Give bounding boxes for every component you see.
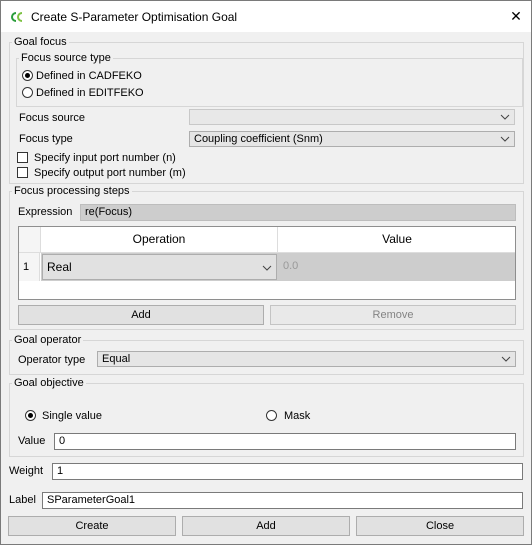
value-cell: 0.0	[283, 260, 299, 272]
radio-cadfeko[interactable]	[22, 70, 33, 81]
remove-step-button[interactable]: Remove	[270, 305, 516, 325]
close-button[interactable]: Close	[356, 516, 524, 536]
focus-type-dropdown[interactable]: Coupling coefficient (Snm)	[189, 131, 515, 147]
input-port-label: Specify input port number (n)	[34, 152, 176, 164]
radio-single-value-label: Single value	[42, 410, 102, 422]
focus-source-type-title: Focus source type	[19, 52, 113, 64]
objective-value-label: Value	[18, 435, 46, 447]
add-button[interactable]: Add	[182, 516, 350, 536]
goal-objective-title: Goal objective	[12, 377, 86, 389]
operation-dropdown[interactable]: Real	[42, 254, 277, 280]
add-step-button[interactable]: Add	[18, 305, 264, 325]
table-corner	[19, 227, 41, 253]
window-close-button[interactable]: ✕	[501, 1, 531, 32]
processing-steps-group: Focus processing steps Expression re(Foc…	[9, 185, 524, 330]
goal-operator-group: Goal operator Operator type Equal	[9, 334, 524, 375]
radio-cadfeko-label: Defined in CADFEKO	[36, 70, 142, 82]
radio-mask[interactable]	[266, 410, 277, 421]
create-button[interactable]: Create	[8, 516, 176, 536]
focus-source-dropdown[interactable]	[189, 109, 515, 125]
table-row[interactable]: Real 0.0	[41, 253, 515, 281]
goal-focus-group: Goal focus Focus source type Defined in …	[9, 36, 524, 184]
weight-input[interactable]: 1	[52, 463, 523, 480]
operator-type-dropdown[interactable]: Equal	[97, 351, 516, 367]
focus-source-type-group: Focus source type Defined in CADFEKO Def…	[16, 52, 523, 107]
output-port-checkbox[interactable]	[17, 167, 28, 178]
objective-value-input[interactable]: 0	[54, 433, 516, 450]
chevron-down-icon	[500, 136, 510, 142]
close-icon: ✕	[510, 8, 522, 24]
chevron-down-icon	[262, 265, 272, 271]
output-port-label: Specify output port number (m)	[34, 167, 186, 179]
expression-field: re(Focus)	[80, 204, 516, 221]
goal-objective-group: Goal objective Single value Mask Value 0	[9, 377, 524, 457]
goal-operator-title: Goal operator	[12, 334, 84, 346]
label-input[interactable]: SParameterGoal1	[42, 492, 523, 509]
focus-type-label: Focus type	[19, 133, 73, 145]
expression-label: Expression	[18, 206, 73, 218]
chevron-down-icon	[501, 356, 511, 362]
operator-type-label: Operator type	[18, 354, 86, 366]
input-port-checkbox[interactable]	[17, 152, 28, 163]
dialog-window: Create S-Parameter Optimisation Goal ✕ G…	[0, 0, 532, 545]
focus-source-label: Focus source	[19, 112, 86, 124]
app-logo-icon	[11, 12, 23, 22]
row-index: 1	[19, 253, 40, 281]
column-header-operation[interactable]: Operation	[41, 227, 278, 253]
goal-focus-title: Goal focus	[12, 36, 69, 48]
label-field-label: Label	[9, 494, 36, 506]
radio-mask-label: Mask	[284, 410, 311, 422]
processing-steps-title: Focus processing steps	[12, 185, 132, 197]
chevron-down-icon	[500, 114, 510, 120]
radio-editfeko-label: Defined in EDITFEKO	[36, 87, 144, 99]
radio-single-value[interactable]	[25, 410, 36, 421]
column-header-value[interactable]: Value	[278, 227, 515, 253]
weight-label: Weight	[9, 465, 44, 477]
radio-editfeko[interactable]	[22, 87, 33, 98]
operations-table: Operation Value 1 Real 0.0	[18, 226, 516, 300]
window-title: Create S-Parameter Optimisation Goal	[31, 10, 238, 24]
title-bar: Create S-Parameter Optimisation Goal ✕	[1, 1, 531, 32]
